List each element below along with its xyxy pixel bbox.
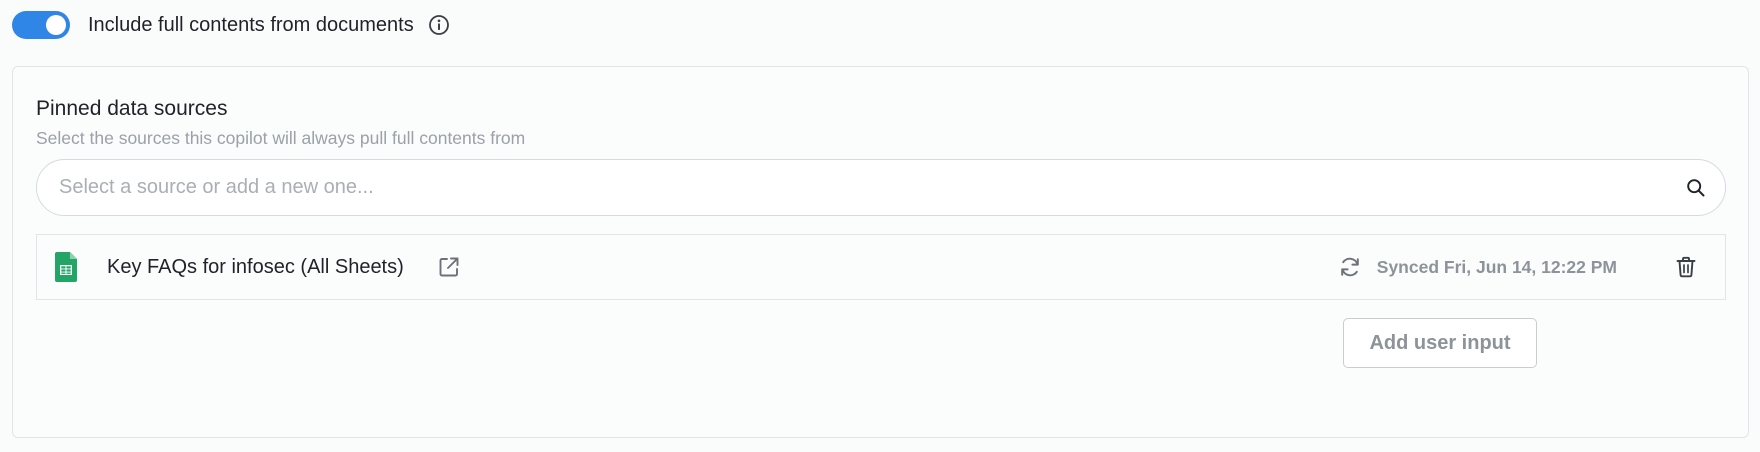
google-sheets-icon xyxy=(55,252,77,282)
search-icon[interactable] xyxy=(1685,177,1707,199)
source-search-box xyxy=(36,159,1726,216)
toggle-knob xyxy=(46,15,66,35)
source-search-input[interactable] xyxy=(57,160,1685,215)
pinned-data-sources-panel: Pinned data sources Select the sources t… xyxy=(12,66,1749,438)
include-contents-row: Include full contents from documents xyxy=(12,10,450,40)
panel-title: Pinned data sources xyxy=(36,97,228,120)
source-name: Key FAQs for infosec (All Sheets) xyxy=(107,255,404,278)
include-contents-label: Include full contents from documents xyxy=(88,13,414,36)
sync-status: Synced Fri, Jun 14, 12:22 PM xyxy=(1376,256,1617,277)
refresh-icon[interactable] xyxy=(1338,255,1362,279)
source-row: Key FAQs for infosec (All Sheets) Synced… xyxy=(36,234,1726,300)
add-user-input-button[interactable]: Add user input xyxy=(1343,318,1537,368)
panel-subtitle: Select the sources this copilot will alw… xyxy=(36,128,526,148)
include-contents-toggle[interactable] xyxy=(12,11,70,39)
info-icon[interactable] xyxy=(428,14,450,36)
trash-icon[interactable] xyxy=(1675,256,1697,278)
external-link-icon[interactable] xyxy=(438,256,460,278)
